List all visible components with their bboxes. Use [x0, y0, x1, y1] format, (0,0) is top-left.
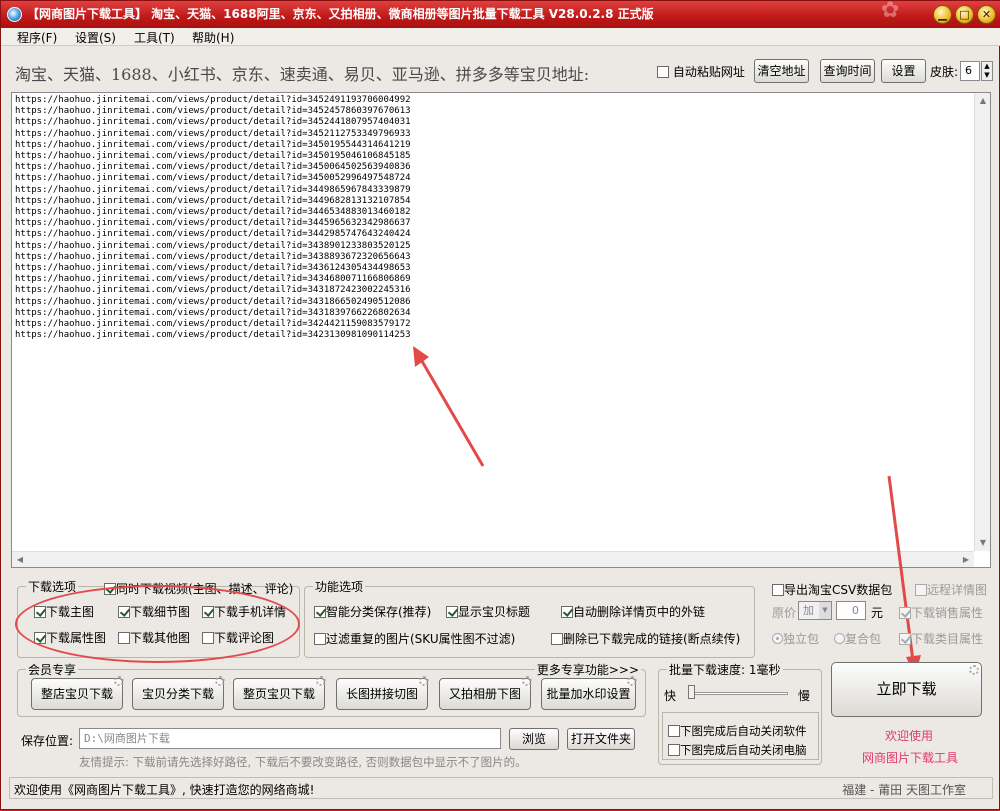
status-bar: 欢迎使用《网商图片下载工具》, 快速打造您的网络商城! 福建 - 莆田 天图工作…	[9, 777, 993, 799]
sales-attr-label: 下载销售属性	[911, 606, 984, 620]
auto-delete-links-checkbox[interactable]	[561, 606, 573, 618]
price-operator-value: 加	[803, 604, 814, 617]
auto-delete-links-option[interactable]: 自动删除详情页中的外链	[561, 603, 705, 620]
auto-close-app-option[interactable]: 下图完成后自动关闭软件	[668, 723, 807, 739]
speed-slider-thumb[interactable]	[688, 685, 695, 699]
category-attr-label: 下载类目属性	[911, 632, 984, 646]
sales-attr-option[interactable]: 下载销售属性	[899, 604, 983, 621]
standalone-radio[interactable]	[772, 633, 783, 644]
sales-attr-checkbox[interactable]	[899, 607, 911, 619]
youpai-album-label: 又拍相册下图	[448, 687, 521, 701]
remote-detail-option[interactable]: 远程详情图	[915, 581, 987, 598]
export-csv-label: 导出淘宝CSV数据包	[784, 583, 893, 597]
long-image-stitch-button[interactable]: 长图拼接切图	[336, 676, 429, 710]
long-image-stitch-label: 长图拼接切图	[345, 687, 418, 701]
welcome-product-text: 网商图片下载工具	[862, 751, 959, 765]
export-csv-checkbox[interactable]	[772, 584, 784, 596]
gear-icon	[215, 676, 225, 686]
speed-title: 批量下载速度: 1毫秒	[667, 661, 783, 678]
gear-icon	[969, 665, 979, 675]
delete-downloaded-checkbox[interactable]	[551, 633, 563, 645]
speed-slider-track[interactable]	[688, 692, 788, 695]
youpai-album-button[interactable]: 又拍相册下图	[439, 676, 532, 710]
category-download-label: 宝贝分类下载	[141, 687, 214, 701]
standalone-label: 独立包	[783, 632, 820, 646]
filter-dup-checkbox[interactable]	[314, 633, 326, 645]
auto-close-app-label: 下图完成后自动关闭软件	[680, 724, 807, 738]
combined-radio[interactable]	[834, 633, 845, 644]
gear-icon	[419, 676, 429, 686]
remote-detail-label: 远程详情图	[927, 583, 988, 597]
highlight-ellipse	[15, 585, 300, 663]
save-path-label: 保存位置:	[21, 734, 74, 748]
whole-page-download-label: 整页宝贝下载	[242, 687, 315, 701]
price-label: 原价	[772, 606, 797, 620]
category-attr-checkbox[interactable]	[899, 633, 911, 645]
whole-shop-download-label: 整店宝贝下载	[40, 687, 113, 701]
download-now-label: 立即下载	[876, 680, 937, 698]
show-title-checkbox[interactable]	[446, 606, 458, 618]
speed-slow-label: 慢	[798, 689, 811, 703]
combined-label: 复合包	[845, 632, 882, 646]
whole-shop-download-button[interactable]: 整店宝贝下载	[31, 676, 124, 710]
save-hint: 友情提示: 下载前请先选择好路径, 下载后不要改变路径, 否则数据包中显示不了图…	[79, 755, 527, 769]
delete-downloaded-label: 删除已下载完成的链接(断点续传)	[563, 632, 741, 646]
function-options-title: 功能选项	[313, 578, 366, 595]
auto-close-app-checkbox[interactable]	[668, 725, 680, 737]
show-title-option[interactable]: 显示宝贝标题	[446, 603, 530, 620]
open-folder-button[interactable]: 打开文件夹	[567, 728, 635, 750]
smart-save-option[interactable]: 智能分类保存(推荐)	[314, 603, 431, 620]
download-now-button[interactable]: 立即下载	[831, 662, 982, 717]
more-features-link[interactable]: 更多专享功能>>>	[534, 661, 641, 678]
member-title: 会员专享	[26, 661, 79, 678]
export-csv-option[interactable]: 导出淘宝CSV数据包	[772, 581, 892, 598]
browse-button[interactable]: 浏览	[509, 728, 559, 750]
price-operator-select[interactable]: 加 ▼	[798, 601, 832, 620]
auto-shutdown-option[interactable]: 下图完成后自动关闭电脑	[668, 742, 807, 758]
smart-save-checkbox[interactable]	[314, 606, 326, 618]
category-attr-option[interactable]: 下载类目属性	[899, 630, 983, 647]
dropdown-arrow-icon: ▼	[819, 602, 831, 619]
gear-icon	[114, 676, 124, 686]
welcome-text: 欢迎使用	[885, 729, 934, 743]
category-download-button[interactable]: 宝贝分类下载	[132, 676, 225, 710]
remote-detail-checkbox[interactable]	[915, 584, 927, 596]
delete-downloaded-option[interactable]: 删除已下载完成的链接(断点续传)	[551, 630, 740, 647]
batch-watermark-button[interactable]: 批量加水印设置	[541, 676, 637, 710]
auto-delete-links-label: 自动删除详情页中的外链	[573, 605, 706, 619]
show-title-label: 显示宝贝标题	[458, 605, 531, 619]
gear-icon	[627, 676, 637, 686]
price-unit: 元	[871, 606, 884, 620]
status-message: 欢迎使用《网商图片下载工具》, 快速打造您的网络商城!	[14, 783, 315, 797]
price-value-input[interactable]: 0	[836, 601, 866, 620]
whole-page-download-button[interactable]: 整页宝贝下载	[233, 676, 326, 710]
gear-icon	[316, 676, 326, 686]
function-options-group: 功能选项	[304, 578, 755, 658]
main-window: 【网商图片下载工具】 淘宝、天猫、1688阿里、京东、又拍相册、微商相册等图片批…	[0, 0, 1000, 810]
gear-icon	[522, 676, 532, 686]
standalone-option[interactable]: 独立包	[772, 630, 819, 647]
filter-dup-label: 过滤重复的图片(SKU属性图不过滤)	[326, 632, 516, 646]
speed-fast-label: 快	[664, 689, 677, 703]
auto-shutdown-checkbox[interactable]	[668, 744, 680, 756]
status-author: 福建 - 莆田 天图工作室	[842, 783, 966, 797]
batch-watermark-label: 批量加水印设置	[546, 687, 631, 701]
save-path-input[interactable]: D:\网商图片下载	[79, 728, 501, 749]
smart-save-label: 智能分类保存(推荐)	[326, 605, 432, 619]
combined-option[interactable]: 复合包	[834, 630, 881, 647]
filter-dup-option[interactable]: 过滤重复的图片(SKU属性图不过滤)	[314, 630, 515, 647]
auto-shutdown-label: 下图完成后自动关闭电脑	[680, 743, 807, 757]
